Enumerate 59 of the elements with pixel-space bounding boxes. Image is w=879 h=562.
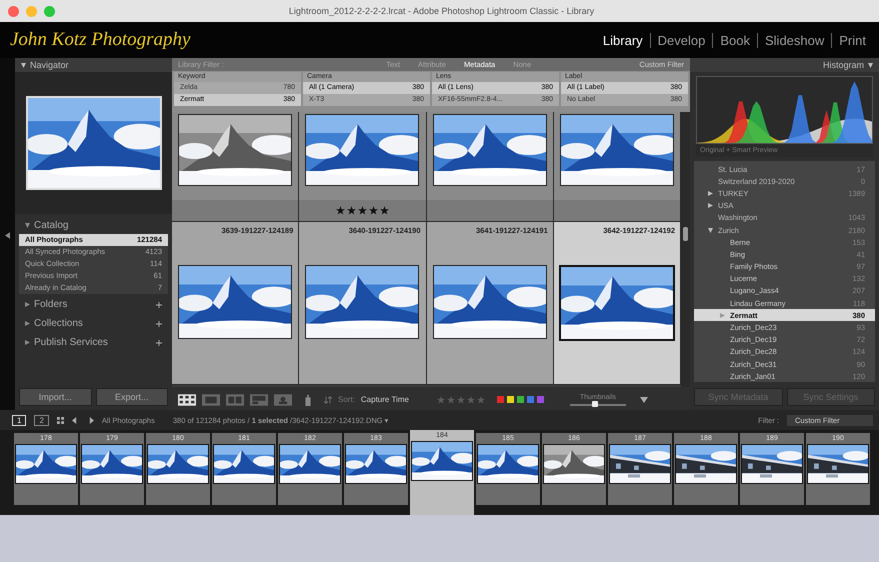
add-icon[interactable]: [156, 320, 162, 326]
grid-cell[interactable]: [426, 112, 554, 222]
grid-icon[interactable]: [56, 416, 64, 424]
people-view-icon[interactable]: [274, 394, 292, 406]
grid-cell[interactable]: [299, 112, 426, 222]
add-icon[interactable]: [156, 340, 162, 346]
star-icon[interactable]: [336, 206, 345, 215]
disclosure-triangle-icon[interactable]: [708, 228, 713, 233]
scroll-thumb[interactable]: [683, 227, 688, 241]
disclosure-triangle-icon[interactable]: [868, 62, 873, 68]
window-title: Lightroom_2012-2-2-2-2.lrcat - Adobe Photoshop Lightroom Classic - Library: [288, 6, 596, 16]
module-tab[interactable]: Print: [831, 32, 873, 48]
module-tab[interactable]: Book: [712, 32, 757, 48]
thumbnail-slider[interactable]: [570, 404, 626, 406]
disclosure-triangle-icon[interactable]: [708, 203, 713, 208]
collapse-arrow-icon[interactable]: [5, 232, 10, 239]
star-icon[interactable]: [368, 206, 378, 215]
color-label[interactable]: [526, 396, 534, 404]
sort-dropdown[interactable]: Capture Time: [360, 395, 409, 404]
section-header[interactable]: Collections: [34, 318, 156, 329]
panel-button[interactable]: Import...: [19, 388, 92, 406]
color-label[interactable]: [506, 396, 514, 404]
add-icon[interactable]: [156, 302, 162, 308]
identity-plate: John Kotz Photography: [10, 29, 190, 51]
survey-view-icon[interactable]: [250, 394, 268, 406]
disclosure-triangle-icon[interactable]: [25, 223, 30, 228]
disclosure-triangle-icon[interactable]: [25, 340, 30, 345]
loupe-view-icon[interactable]: [202, 394, 220, 406]
grid-cell[interactable]: [172, 112, 300, 222]
grid-view-icon[interactable]: [178, 394, 196, 406]
disclosure-triangle-icon[interactable]: [25, 321, 30, 326]
slider-thumb[interactable]: [592, 400, 598, 407]
panel-header[interactable]: Histogram: [690, 58, 879, 72]
disclosure-triangle-icon[interactable]: [21, 62, 26, 68]
module-tab[interactable]: Slideshow: [757, 32, 832, 48]
color-label[interactable]: [496, 396, 504, 404]
compare-view-icon[interactable]: [226, 394, 244, 406]
disclosure-triangle-icon[interactable]: [708, 190, 713, 196]
spray-can-icon[interactable]: [304, 394, 312, 406]
sort-label: Sort:: [338, 395, 355, 404]
section-header[interactable]: Catalog: [34, 220, 68, 231]
star-icon[interactable]: [346, 206, 356, 215]
star-icon[interactable]: [358, 206, 367, 215]
window-toggle[interactable]: 2: [34, 414, 49, 426]
grid-cell[interactable]: [554, 112, 681, 222]
color-label[interactable]: [536, 396, 544, 404]
section-header[interactable]: Folders: [34, 299, 156, 310]
section-header[interactable]: Publish Services: [34, 337, 156, 348]
panel-button[interactable]: Export...: [96, 388, 168, 406]
module-tab[interactable]: Library: [596, 32, 650, 48]
panel-header[interactable]: Navigator: [15, 58, 172, 72]
star-icon[interactable]: [380, 206, 389, 215]
color-label[interactable]: [516, 396, 524, 404]
window-toggle[interactable]: 1: [12, 414, 26, 426]
module-tab[interactable]: Develop: [650, 32, 712, 48]
sort-icon[interactable]: [324, 394, 332, 406]
back-arrow-icon[interactable]: [72, 416, 79, 424]
disclosure-triangle-icon[interactable]: [25, 302, 30, 307]
close-button[interactable]: [8, 6, 19, 16]
